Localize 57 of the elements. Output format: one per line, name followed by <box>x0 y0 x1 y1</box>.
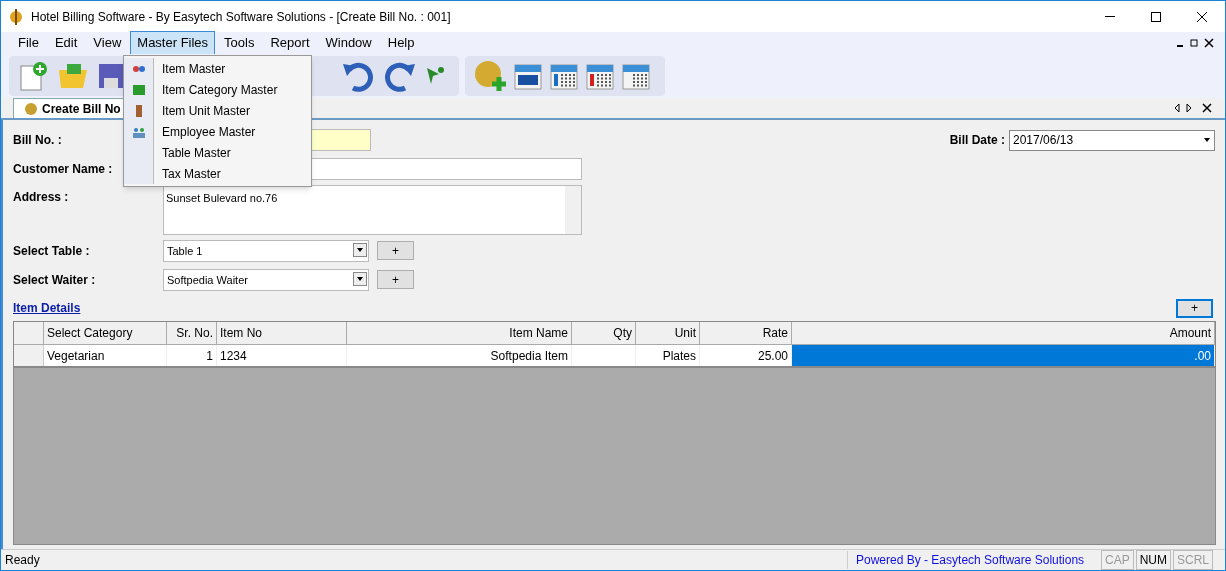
dropdown-field[interactable]: Softpedia Waiter <box>163 268 369 291</box>
powered-by-text: Powered By - Easytech Software Solutions <box>847 551 1099 569</box>
coin-add-icon[interactable] <box>473 59 507 93</box>
item-details-link[interactable]: Item Details <box>13 299 81 317</box>
menu-item[interactable]: Tools <box>217 31 262 55</box>
calendar-icon[interactable] <box>549 61 579 91</box>
calendar-icon[interactable] <box>585 61 615 91</box>
menu-option[interactable]: Table Master <box>124 142 311 163</box>
menu-item[interactable]: Report <box>263 31 317 55</box>
close-icon <box>1197 11 1207 22</box>
date-field[interactable]: 2017/06/13 <box>1009 129 1215 151</box>
menu-item[interactable]: Edit <box>47 31 85 55</box>
menu-item[interactable]: View <box>86 31 129 55</box>
field-label: Select Table : <box>13 242 91 260</box>
field-label: Customer Name : <box>13 161 114 178</box>
calendar-icon[interactable] <box>621 61 651 91</box>
menu-option[interactable]: Tax Master <box>124 163 311 184</box>
status-text: Ready <box>4 552 41 569</box>
undo-icon[interactable] <box>341 60 375 92</box>
tab-scroll-icon[interactable] <box>1173 103 1213 113</box>
menu-item[interactable]: Help <box>380 31 422 55</box>
table-cell[interactable]: .00 <box>792 345 1215 366</box>
save-icon[interactable] <box>97 62 125 90</box>
menu-option-icon <box>131 82 146 97</box>
menu-option[interactable]: Employee Master <box>124 121 311 142</box>
field-label: Select Waiter : <box>13 271 97 289</box>
add-button[interactable]: + <box>377 241 414 260</box>
table-cell[interactable]: Plates <box>636 345 700 366</box>
redo-icon[interactable] <box>383 60 417 92</box>
key-indicator: CAP <box>1101 550 1134 570</box>
add-button[interactable]: + <box>377 270 414 289</box>
menu-option[interactable]: Item Category Master <box>124 79 311 100</box>
key-indicator: SCRL <box>1173 550 1214 570</box>
maximize-icon <box>1151 11 1161 22</box>
table-cell[interactable]: 1234 <box>217 345 347 366</box>
table-cell[interactable]: 1 <box>167 345 217 366</box>
window-title: Hotel Billing Software - By Easytech Software Solutions - [Create Bill No. : 001] <box>31 8 451 26</box>
field-label: Bill No. : <box>13 133 62 147</box>
dropdown-field[interactable]: Table 1 <box>163 239 369 262</box>
key-indicator: NUM <box>1135 550 1171 570</box>
minimize-icon <box>1105 16 1115 17</box>
table-cell[interactable]: Softpedia Item <box>347 345 572 366</box>
window-controls-icon[interactable] <box>1175 38 1215 48</box>
tab-label: Create Bill No <box>42 100 121 118</box>
field-label: Bill Date : <box>949 132 1005 149</box>
menu-item[interactable]: File <box>11 31 46 55</box>
table-cell[interactable]: Vegetarian <box>44 345 167 366</box>
address-field[interactable]: Sunset Bulevard no.76 <box>163 185 582 235</box>
calendar-icon[interactable] <box>513 61 543 91</box>
coin-icon <box>24 101 38 116</box>
menu-option[interactable]: Item Master <box>124 58 311 79</box>
menu-item[interactable]: Window <box>318 31 379 55</box>
new-document-icon[interactable] <box>17 60 49 92</box>
add-item-button[interactable]: + <box>1176 298 1213 318</box>
dollar-icon <box>9 7 23 26</box>
field-label: Address : <box>13 189 70 206</box>
menu-item[interactable]: Master Files <box>130 31 216 55</box>
